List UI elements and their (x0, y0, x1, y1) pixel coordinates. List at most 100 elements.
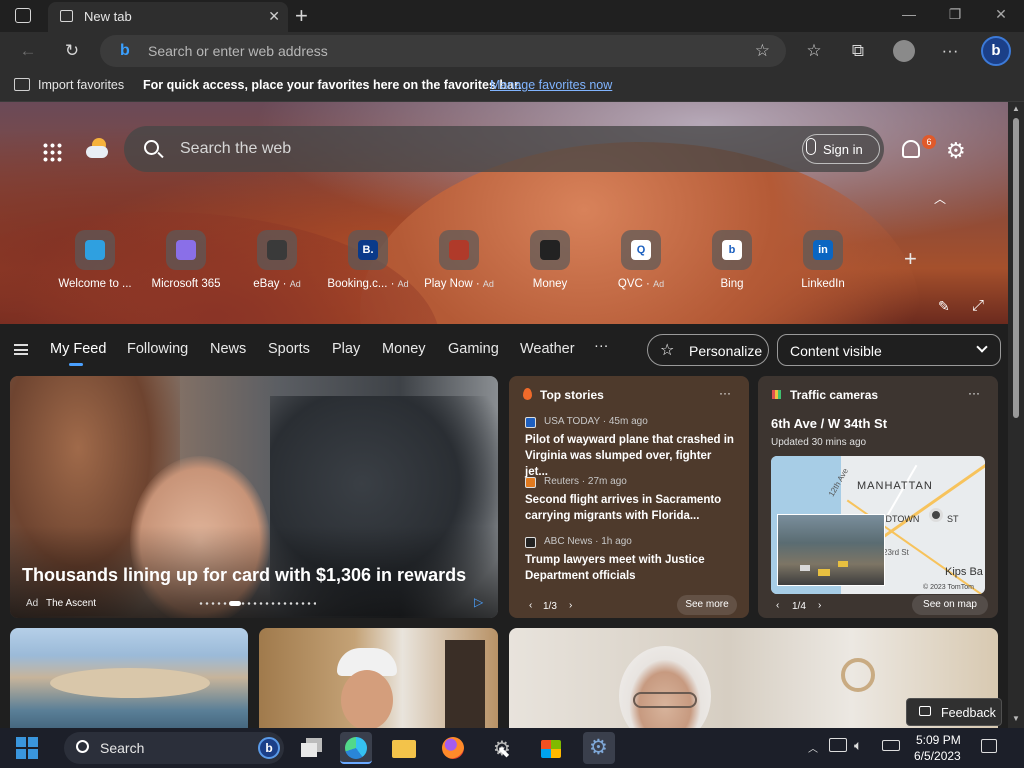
keyboard-icon[interactable] (882, 740, 900, 751)
carousel-dots[interactable] (198, 602, 316, 605)
personalize-button[interactable]: ☆ Personalize (647, 334, 769, 366)
quick-link[interactable]: B. Booking.c... · Ad (322, 230, 414, 290)
page-scrollbar[interactable]: ▲ ▼ (1008, 102, 1024, 728)
refresh-icon[interactable]: ↻ (62, 41, 82, 61)
map-label-midtown: IDTOWN (883, 514, 920, 524)
clock-time[interactable]: 5:09 PM (916, 733, 961, 747)
quick-link[interactable]: Q QVC · Ad (595, 230, 687, 290)
taskbar-search-box[interactable]: Search b (64, 732, 284, 764)
clock-date[interactable]: 6/5/2023 (914, 749, 961, 763)
scroll-down-arrow-icon[interactable]: ▼ (1012, 714, 1020, 723)
quick-link-label: Welcome to ... (49, 278, 141, 290)
favorites-icon[interactable]: ☆ (804, 41, 824, 61)
quick-link[interactable]: b Bing (686, 230, 778, 290)
settings-taskbar-icon[interactable]: ⚙ (583, 732, 615, 764)
play-now-icon (449, 240, 469, 260)
traffic-next-arrow-icon[interactable]: › (818, 600, 821, 611)
notification-center-icon[interactable] (981, 739, 997, 753)
feedback-button[interactable]: Feedback (906, 698, 1002, 726)
restore-icon[interactable]: ❐ (940, 6, 970, 23)
apps-launcher-icon[interactable] (42, 142, 62, 162)
page-settings-icon[interactable]: ⚙ (946, 138, 966, 164)
tab-my-feed[interactable]: My Feed (50, 341, 106, 357)
new-tab-button[interactable]: + (295, 3, 308, 29)
story-source: ABC News · 1h ago (544, 536, 632, 547)
more-tabs-button[interactable]: ··· (594, 338, 609, 354)
manage-favorites-link[interactable]: Manage favorites now (490, 78, 612, 92)
tab-actions-icon[interactable] (15, 8, 31, 23)
mouse-cursor-icon: ⬉ (497, 744, 511, 761)
top-stories-more-button[interactable]: ··· (719, 386, 731, 400)
scrollbar-thumb[interactable] (1013, 118, 1019, 418)
settings-more-icon[interactable]: ··· (940, 41, 960, 61)
traffic-location: 6th Ave / W 34th St (771, 416, 888, 431)
import-favorites-icon[interactable] (14, 78, 30, 91)
tab-gaming[interactable]: Gaming (448, 341, 499, 357)
favorite-star-icon[interactable]: ☆ (755, 41, 770, 61)
edit-background-icon[interactable]: ✎ (938, 298, 950, 315)
quick-link-ad-label: Ad (653, 279, 665, 289)
task-view-icon[interactable] (297, 732, 329, 764)
quick-link[interactable]: Microsoft 365 (140, 230, 232, 290)
tab-weather[interactable]: Weather (520, 341, 575, 357)
lake-image-card[interactable] (10, 628, 248, 728)
volume-icon[interactable]: 🔈︎ (854, 737, 862, 754)
collapse-chevron-icon[interactable]: ︿ (934, 190, 946, 207)
expand-icon[interactable]: ⤢ (972, 297, 984, 314)
quick-link[interactable]: Play Now · Ad (413, 230, 505, 290)
story-headline: Trump lawyers meet with Justice Departme… (525, 554, 705, 582)
glasses-shape (633, 692, 697, 708)
firefox-icon[interactable] (437, 732, 469, 764)
box-shape (445, 640, 485, 728)
notifications-bell-icon[interactable] (902, 140, 920, 158)
address-bar[interactable]: b Search or enter web address ☆ (100, 35, 786, 67)
file-explorer-icon[interactable] (388, 732, 420, 764)
next-arrow-icon[interactable]: › (569, 600, 572, 611)
weather-icon[interactable] (86, 138, 110, 160)
quick-link-tile (439, 230, 479, 270)
collections-icon[interactable]: ⧉ (848, 41, 868, 61)
microsoft-store-icon[interactable] (535, 732, 567, 764)
profile-avatar[interactable] (893, 40, 915, 62)
quick-link[interactable]: in LinkedIn (777, 230, 869, 290)
quick-link-text: Welcome to ... (58, 278, 132, 290)
see-more-button[interactable]: See more (677, 595, 737, 615)
product-image-card[interactable] (259, 628, 498, 728)
bing-copilot-icon[interactable]: b (981, 36, 1011, 66)
minimize-icon[interactable]: — (894, 6, 924, 22)
story-headline: Second flight arrives in Sacramento carr… (525, 494, 722, 522)
close-tab-icon[interactable]: ✕ (268, 8, 280, 25)
cloud-icon (86, 146, 108, 158)
adchoices-icon[interactable]: ▷ (474, 595, 483, 609)
tab-money[interactable]: Money (382, 341, 426, 357)
content-visibility-dropdown[interactable]: Content visible (777, 334, 1001, 366)
edge-taskbar-icon[interactable] (340, 732, 372, 764)
quick-link[interactable]: Welcome to ... (49, 230, 141, 290)
close-window-icon[interactable]: ✕ (986, 6, 1016, 23)
show-hidden-icons-chevron[interactable]: ︿ (808, 740, 818, 755)
windows-start-icon[interactable] (16, 737, 38, 759)
back-icon[interactable]: ← (18, 41, 38, 61)
traffic-prev-arrow-icon[interactable]: ‹ (776, 600, 779, 611)
promo-card[interactable]: Thousands lining up for card with $1,306… (10, 376, 498, 618)
promo-headline[interactable]: Thousands lining up for card with $1,306… (22, 565, 466, 586)
tab-sports[interactable]: Sports (268, 341, 310, 357)
import-favorites-button[interactable]: Import favorites (38, 78, 124, 92)
network-icon[interactable] (829, 738, 847, 752)
quick-link-tile (166, 230, 206, 270)
tab-following[interactable]: Following (127, 341, 188, 357)
traffic-camera-thumbnail[interactable] (777, 514, 885, 586)
add-quick-link-icon[interactable]: + (904, 246, 917, 272)
see-on-map-button[interactable]: See on map (912, 595, 988, 615)
quick-link[interactable]: eBay · Ad (231, 230, 323, 290)
traffic-more-button[interactable]: ··· (968, 386, 980, 400)
traffic-map[interactable]: 12th Ave MANHATTAN IDTOWN ST 23rd St Kip… (771, 456, 985, 594)
prev-arrow-icon[interactable]: ‹ (529, 600, 532, 611)
scroll-up-arrow-icon[interactable]: ▲ (1012, 104, 1020, 113)
tab-play[interactable]: Play (332, 341, 360, 357)
sign-in-button[interactable]: Sign in (802, 134, 880, 164)
tab-news[interactable]: News (210, 341, 246, 357)
tab-new-tab[interactable]: New tab ✕ (48, 2, 288, 32)
web-search-box[interactable]: Search the web Sign in (124, 126, 884, 172)
quick-link[interactable]: Money (504, 230, 596, 290)
